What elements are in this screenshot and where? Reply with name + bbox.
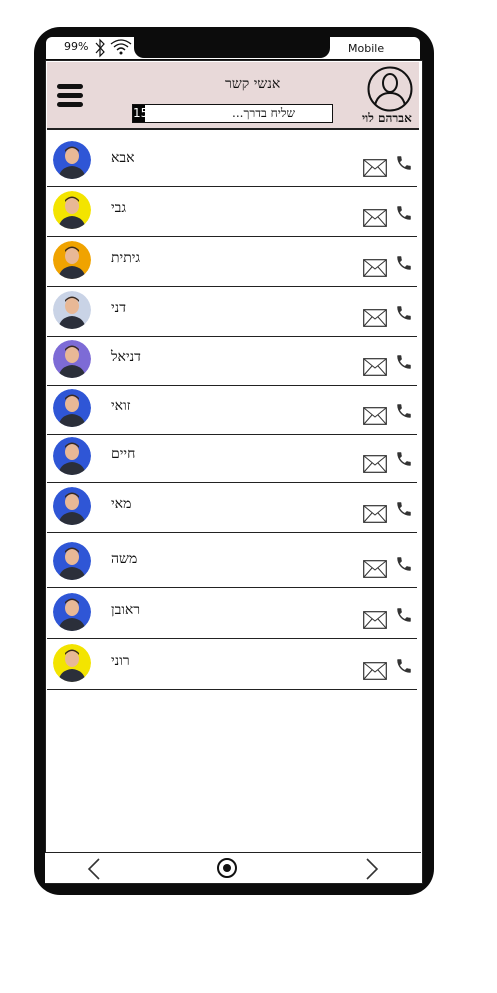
contact-row[interactable]: חיים [47, 433, 417, 483]
contact-row[interactable]: דניאל [47, 336, 417, 386]
contact-photo [53, 241, 91, 279]
contact-row[interactable]: ראובן [47, 589, 417, 639]
contact-name: אבא [111, 150, 135, 166]
row-divider [47, 587, 417, 588]
phone-icon[interactable] [395, 450, 413, 468]
envelope-icon[interactable] [363, 662, 387, 680]
face-shape [65, 600, 79, 616]
progress-percent: 15% [133, 106, 160, 120]
face-shape [65, 444, 79, 460]
face-shape [65, 494, 79, 510]
envelope-icon[interactable] [363, 159, 387, 177]
user-name: אברהם לוי [362, 111, 412, 125]
face-shape [65, 248, 79, 264]
contact-name: גבי [111, 200, 127, 216]
phone-icon[interactable] [395, 402, 413, 420]
delivery-progress: 15% שליח בדרך... [132, 104, 333, 123]
bluetooth-icon [95, 38, 105, 58]
wifi-icon [110, 39, 132, 55]
envelope-icon[interactable] [363, 407, 387, 425]
contact-photo [53, 340, 91, 378]
contact-name: גיתית [111, 250, 141, 266]
envelope-icon[interactable] [363, 611, 387, 629]
nav-bar [45, 852, 421, 883]
contact-name: מאי [111, 496, 132, 512]
contact-row[interactable]: זואי [47, 385, 417, 435]
contact-photo [53, 542, 91, 580]
face-shape [65, 347, 79, 363]
contact-photo [53, 141, 91, 179]
phone-icon[interactable] [395, 254, 413, 272]
progress-fill: 15% [133, 105, 160, 122]
row-divider [47, 532, 417, 533]
contact-photo [53, 191, 91, 229]
contact-row[interactable]: גיתית [47, 237, 417, 287]
contact-row[interactable]: משה [47, 538, 417, 588]
face-shape [65, 298, 79, 314]
phone-icon[interactable] [395, 353, 413, 371]
contact-photo [53, 389, 91, 427]
envelope-icon[interactable] [363, 560, 387, 578]
camera-notch [134, 34, 330, 58]
envelope-icon[interactable] [363, 309, 387, 327]
progress-status: שליח בדרך... [232, 106, 295, 120]
contact-name: דניאל [111, 349, 141, 365]
user-avatar-icon[interactable] [367, 66, 413, 112]
contact-photo [53, 291, 91, 329]
envelope-icon[interactable] [363, 209, 387, 227]
hamburger-icon[interactable] [57, 84, 83, 108]
face-shape [65, 148, 79, 164]
contact-name: רוני [111, 653, 130, 669]
envelope-icon[interactable] [363, 259, 387, 277]
envelope-icon[interactable] [363, 358, 387, 376]
chevron-left-icon[interactable] [87, 857, 101, 881]
row-divider [47, 638, 417, 639]
chevron-right-icon[interactable] [365, 857, 379, 881]
face-shape [65, 198, 79, 214]
contact-name: דני [111, 300, 126, 316]
phone-icon[interactable] [395, 154, 413, 172]
face-shape [65, 549, 79, 565]
contact-row[interactable]: דני [47, 287, 417, 337]
contact-photo [53, 644, 91, 682]
phone-icon[interactable] [395, 606, 413, 624]
contact-row[interactable]: רוני [47, 640, 417, 690]
phone-icon[interactable] [395, 657, 413, 675]
contact-row[interactable]: אבא [47, 137, 417, 187]
home-circle-icon[interactable] [216, 857, 238, 879]
contact-row[interactable]: גבי [47, 187, 417, 237]
contact-photo [53, 487, 91, 525]
contact-photo [53, 593, 91, 631]
row-divider [47, 689, 417, 690]
page-title: אנשי קשר [225, 76, 281, 92]
contact-name: חיים [111, 446, 136, 462]
contact-name: משה [111, 551, 138, 567]
envelope-icon[interactable] [363, 505, 387, 523]
contact-name: ראובן [111, 602, 141, 618]
contact-name: זואי [111, 398, 131, 414]
phone-icon[interactable] [395, 304, 413, 322]
contact-photo [53, 437, 91, 475]
phone-icon[interactable] [395, 555, 413, 573]
phone-icon[interactable] [395, 500, 413, 518]
envelope-icon[interactable] [363, 455, 387, 473]
carrier-text: Mobile [348, 42, 385, 55]
face-shape [65, 396, 79, 412]
face-shape [65, 651, 79, 667]
battery-text: 99% [64, 40, 89, 53]
phone-icon[interactable] [395, 204, 413, 222]
contact-row[interactable]: מאי [47, 483, 417, 533]
